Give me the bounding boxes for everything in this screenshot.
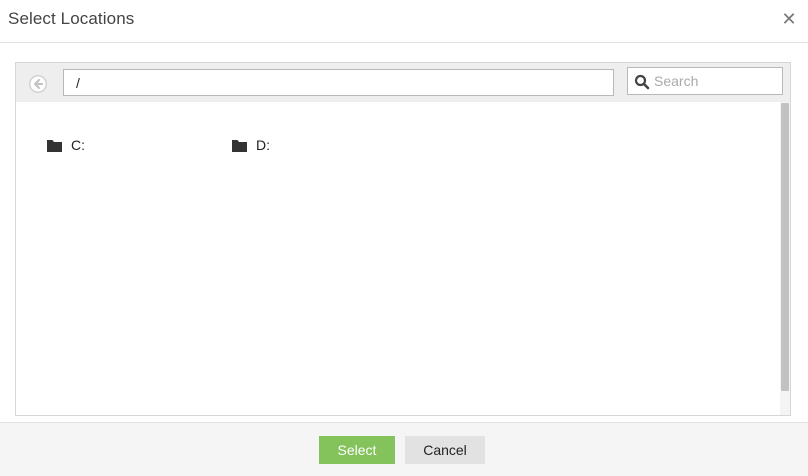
search-icon xyxy=(634,74,650,90)
dialog-title: Select Locations xyxy=(8,9,135,28)
scrollbar-thumb[interactable] xyxy=(781,103,789,391)
folder-icon xyxy=(47,139,62,152)
folder-item-c[interactable]: C: xyxy=(47,136,85,154)
back-button[interactable] xyxy=(28,74,48,94)
dialog-header: Select Locations ✕ xyxy=(0,0,808,43)
folder-icon xyxy=(232,139,247,152)
folder-label: D: xyxy=(256,137,270,153)
search-box[interactable] xyxy=(627,67,783,95)
folder-label: C: xyxy=(71,137,85,153)
search-input[interactable] xyxy=(654,70,780,92)
cancel-button[interactable]: Cancel xyxy=(405,436,485,464)
browser-toolbar xyxy=(16,63,790,102)
dialog-footer: Select Cancel xyxy=(0,422,808,476)
folder-list: C: D: xyxy=(16,102,780,415)
vertical-scrollbar[interactable] xyxy=(780,102,790,415)
folder-item-d[interactable]: D: xyxy=(232,136,270,154)
close-icon[interactable]: ✕ xyxy=(781,9,797,29)
file-browser-panel: C: D: xyxy=(15,62,791,416)
back-arrow-icon xyxy=(29,75,47,93)
path-input[interactable] xyxy=(63,69,614,96)
select-locations-dialog: Select Locations ✕ / Search C: D: Select… xyxy=(0,0,808,476)
select-button[interactable]: Select xyxy=(319,436,395,464)
